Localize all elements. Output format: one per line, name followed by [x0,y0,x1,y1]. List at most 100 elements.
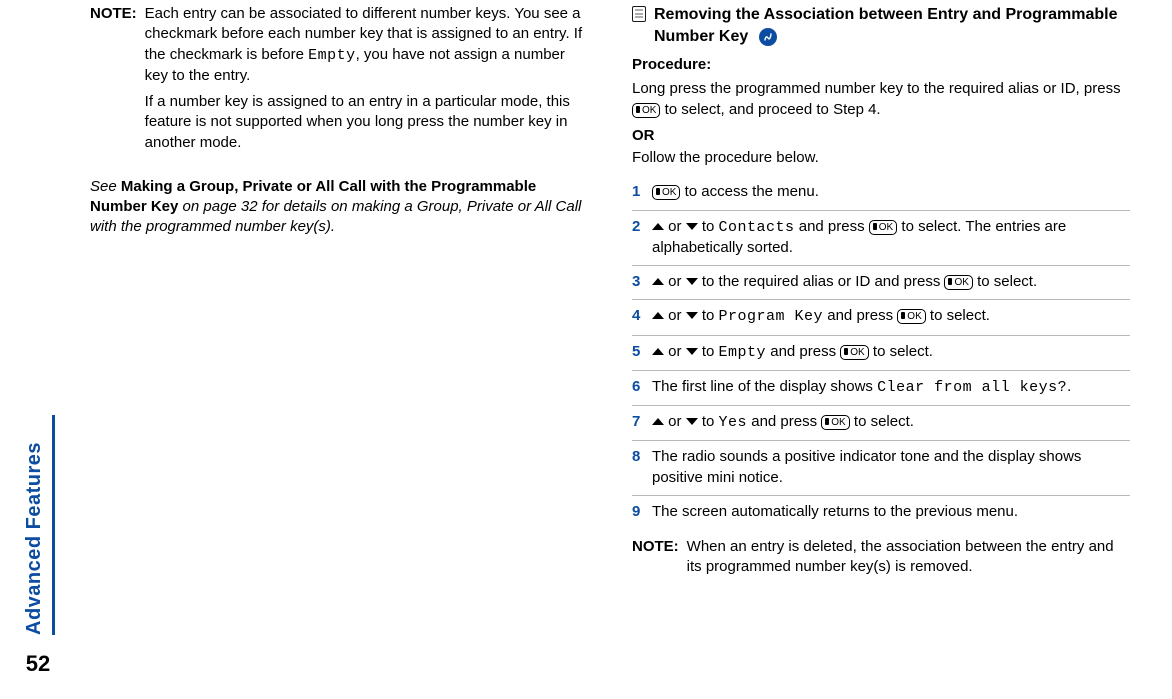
ok-key-icon: OK [897,309,925,324]
note-label: NOTE: [90,4,137,159]
empty-literal: Empty [308,47,356,64]
steps-list: 1 OK to access the menu. 2 or to Contact… [632,176,1130,529]
right-column: Removing the Association between Entry a… [610,4,1152,689]
step-text: to select. [926,307,990,324]
down-arrow-icon [686,348,698,355]
heading-title: Removing the Association between Entry a… [654,6,1118,45]
step-1: 1 OK to access the menu. [632,176,1130,210]
up-arrow-icon [652,278,664,285]
step-4: 4 or to Program Key and press OK to sele… [632,300,1130,335]
step-text: to the required alias or ID and press [698,273,945,290]
heading-text: Removing the Association between Entry a… [654,4,1130,47]
step-7: 7 or to Yes and press OK to select. [632,406,1130,441]
note-paragraph-2: If a number key is assigned to an entry … [145,92,588,153]
left-rail: Advanced Features 52 [8,0,68,689]
intro-paragraph: Long press the programmed number key to … [632,79,1130,120]
step-text: or [664,413,686,430]
step-body: OK to access the menu. [652,182,1130,202]
step-3: 3 or to the required alias or ID and pre… [632,266,1130,300]
step-text: to [698,343,719,360]
program-key-literal: Program Key [719,308,824,325]
up-arrow-icon [652,223,664,230]
step-text: to [698,307,719,324]
up-arrow-icon [652,418,664,425]
ok-key-icon: OK [821,415,849,430]
step-body: The first line of the display shows Clea… [652,377,1130,398]
intro-text: Long press the programmed number key to … [632,80,1121,97]
note-body: When an entry is deleted, the associatio… [687,537,1130,578]
step-text: to [698,413,719,430]
step-text: or [664,343,686,360]
empty-literal: Empty [719,344,767,361]
ok-key-icon: OK [840,345,868,360]
note-label: NOTE: [632,537,679,578]
section-heading: Removing the Association between Entry a… [632,4,1130,47]
step-number: 6 [632,377,652,398]
step-number: 7 [632,412,652,433]
step-number: 5 [632,342,652,363]
step-number: 4 [632,306,652,327]
step-text: or [664,273,686,290]
feature-badge-icon [759,28,777,46]
step-text: and press [747,413,821,430]
document-icon [632,6,646,22]
step-text: . [1067,378,1071,395]
step-text: and press [795,218,869,235]
step-text: and press [766,343,840,360]
step-text: to [698,218,719,235]
step-text: to select. [850,413,914,430]
note-block: NOTE: Each entry can be associated to di… [90,4,588,159]
columns: NOTE: Each entry can be associated to di… [68,0,1152,689]
yes-literal: Yes [719,414,748,431]
down-arrow-icon [686,223,698,230]
intro-text: to select, and proceed to Step 4. [660,101,880,118]
step-text: and press [823,307,897,324]
down-arrow-icon [686,278,698,285]
step-text: to select. [869,343,933,360]
note-paragraph-1: Each entry can be associated to differen… [145,4,588,86]
down-arrow-icon [686,312,698,319]
step-number: 8 [632,447,652,488]
step-text: to select. [973,273,1037,290]
step-5: 5 or to Empty and press OK to select. [632,336,1130,371]
up-arrow-icon [652,312,664,319]
step-text: The first line of the display shows [652,378,877,395]
follow-text: Follow the procedure below. [632,148,1130,168]
step-number: 1 [632,182,652,202]
step-body: or to Program Key and press OK to select… [652,306,1130,327]
ok-key-icon: OK [652,185,680,200]
ok-key-icon: OK [632,103,660,118]
step-text: to access the menu. [680,183,818,200]
left-column: NOTE: Each entry can be associated to di… [68,4,610,689]
procedure-label: Procedure: [632,55,1130,75]
step-6: 6 The first line of the display shows Cl… [632,371,1130,406]
ok-key-icon: OK [869,220,897,235]
step-9: 9 The screen automatically returns to th… [632,496,1130,529]
note-text: When an entry is deleted, the associatio… [687,538,1114,575]
step-body: The radio sounds a positive indicator to… [652,447,1130,488]
step-8: 8 The radio sounds a positive indicator … [632,441,1130,496]
step-number: 9 [632,502,652,522]
step-body: The screen automatically returns to the … [652,502,1130,522]
step-number: 3 [632,272,652,292]
note-block-bottom: NOTE: When an entry is deleted, the asso… [632,537,1130,578]
step-number: 2 [632,217,652,259]
page-number: 52 [26,649,50,679]
see-text: See [90,178,121,195]
step-body: or to Yes and press OK to select. [652,412,1130,433]
step-text: or [664,307,686,324]
step-text: or [664,218,686,235]
clear-literal: Clear from all keys? [877,379,1067,396]
step-body: or to the required alias or ID and press… [652,272,1130,292]
note-body: Each entry can be associated to differen… [145,4,588,159]
section-label: Advanced Features [21,415,55,635]
up-arrow-icon [652,348,664,355]
down-arrow-icon [686,418,698,425]
contacts-literal: Contacts [719,219,795,236]
see-reference: See Making a Group, Private or All Call … [90,177,588,238]
step-body: or to Contacts and press OK to select. T… [652,217,1130,259]
ok-key-icon: OK [944,275,972,290]
step-2: 2 or to Contacts and press OK to select.… [632,211,1130,267]
page-root: Advanced Features 52 NOTE: Each entry ca… [0,0,1172,699]
step-body: or to Empty and press OK to select. [652,342,1130,363]
